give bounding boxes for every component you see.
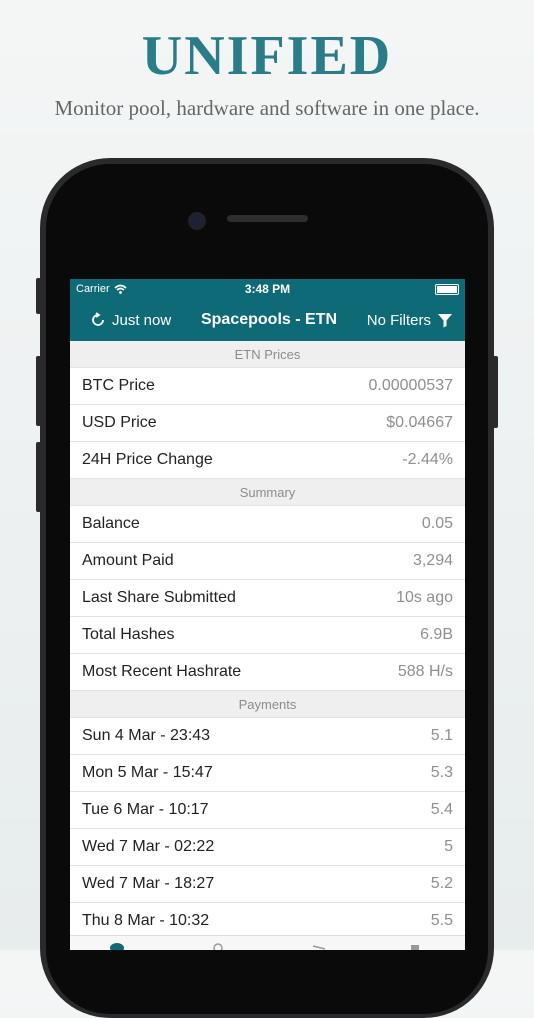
- row-value: 5: [444, 838, 453, 855]
- row-value: 588 H/s: [397, 663, 453, 680]
- status-time: 3:48 PM: [244, 282, 291, 296]
- row-label: Total Hashes: [82, 626, 175, 643]
- nav-bar: Just now Spacepools - ETN No Filters: [70, 299, 465, 341]
- list-item[interactable]: Mon 5 Mar - 15:47 5.3: [70, 755, 465, 792]
- cloud-tab-icon[interactable]: [110, 940, 124, 950]
- row-value: 0.00000537: [368, 377, 453, 394]
- filter-icon: [437, 314, 452, 328]
- tab-bar: [70, 935, 465, 950]
- list-item[interactable]: Amount Paid 3,294: [70, 543, 465, 580]
- refresh-label: Just now: [112, 311, 172, 329]
- row-label: BTC Price: [82, 377, 155, 394]
- list-item[interactable]: Most Recent Hashrate 588 H/s: [70, 654, 465, 691]
- refresh-icon: [92, 312, 104, 326]
- list-item[interactable]: Total Hashes 6.9B: [70, 617, 465, 654]
- send-tab-icon[interactable]: [312, 940, 326, 950]
- row-label: Sun 4 Mar - 23:43: [82, 727, 211, 744]
- list-item[interactable]: 24H Price Change -2.44%: [70, 442, 465, 479]
- nav-title: Spacepools - ETN: [200, 311, 338, 328]
- row-label: Amount Paid: [82, 552, 174, 569]
- section-header: Summary: [70, 479, 465, 506]
- camera-icon: [188, 212, 206, 230]
- list-item[interactable]: Wed 7 Mar - 18:27 5.2: [70, 866, 465, 903]
- list-item[interactable]: BTC Price 0.00000537: [70, 368, 465, 405]
- row-label: USD Price: [82, 414, 157, 431]
- row-value: -2.44%: [402, 451, 453, 468]
- app-screen: Carrier 3:48 PM Just now Spacepools - ET…: [70, 279, 465, 950]
- row-value: $0.04667: [386, 414, 453, 431]
- speaker-grille: [227, 215, 308, 222]
- row-label: Tue 6 Mar - 10:17: [82, 801, 209, 818]
- row-value: 5.5: [430, 912, 453, 929]
- battery-icon: [435, 283, 459, 295]
- row-value: 5.1: [430, 727, 453, 744]
- list-item[interactable]: USD Price $0.04667: [70, 405, 465, 442]
- row-label: 24H Price Change: [82, 451, 213, 468]
- hardware-tab-icon[interactable]: [211, 940, 225, 950]
- list-item[interactable]: Balance 0.05: [70, 506, 465, 543]
- filter-button[interactable]: No Filters: [367, 312, 453, 329]
- refresh-button[interactable]: Just now: [90, 312, 171, 329]
- filter-label: No Filters: [366, 311, 431, 329]
- row-value: 3,294: [412, 552, 453, 569]
- row-label: Wed 7 Mar - 02:22: [82, 838, 215, 855]
- row-label: Mon 5 Mar - 15:47: [82, 764, 213, 781]
- list-item[interactable]: Tue 6 Mar - 10:17 5.4: [70, 792, 465, 829]
- row-value: 5.2: [430, 875, 453, 892]
- row-label: Last Share Submitted: [82, 589, 236, 606]
- subline: Monitor pool, hardware and software in o…: [54, 96, 480, 120]
- row-value: 5.3: [430, 764, 453, 781]
- row-value: 5.4: [430, 801, 453, 818]
- list-item[interactable]: Last Share Submitted 10s ago: [70, 580, 465, 617]
- section-etn-prices: ETN Prices BTC Price 0.00000537 USD Price…: [70, 341, 465, 479]
- row-label: Balance: [82, 515, 140, 532]
- headline: UNIFIED: [141, 25, 393, 87]
- section-header: Payments: [70, 691, 465, 718]
- row-value: 10s ago: [396, 589, 453, 606]
- list-item[interactable]: Sun 4 Mar - 23:43 5.1: [70, 718, 465, 755]
- section-summary: Summary Balance 0.05 Amount Paid 3,294 Las…: [70, 479, 465, 691]
- row-label: Most Recent Hashrate: [82, 663, 242, 680]
- settings-tab-icon[interactable]: [408, 940, 422, 950]
- section-header: ETN Prices: [70, 341, 465, 368]
- section-payments: Payments Sun 4 Mar - 23:43 5.1 Mon 5 Mar …: [70, 691, 465, 940]
- list-item[interactable]: Wed 7 Mar - 02:22 5: [70, 829, 465, 866]
- row-value: 0.05: [421, 515, 453, 532]
- row-label: Wed 7 Mar - 18:27: [82, 875, 215, 892]
- row-value: 6.9B: [420, 626, 453, 643]
- row-label: Thu 8 Mar - 10:32: [82, 912, 210, 929]
- status-bar: Carrier 3:48 PM: [70, 279, 465, 299]
